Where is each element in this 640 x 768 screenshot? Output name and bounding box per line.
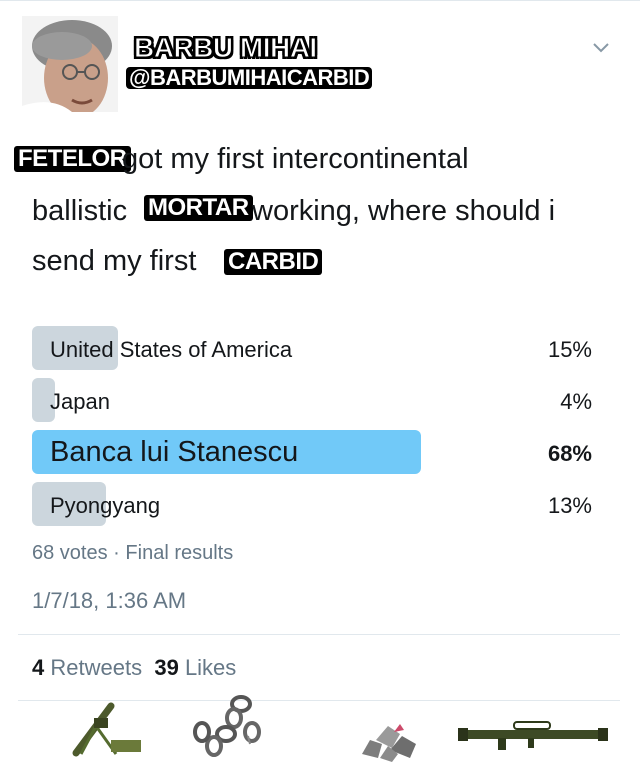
poll-option-percent: 15% <box>547 337 592 362</box>
poll-option-percent: 68% <box>547 441 592 466</box>
chain-icon[interactable] <box>186 692 276 766</box>
poll-option-percent: 13% <box>547 493 592 518</box>
tweet-text-line2-start: ballistic <box>32 195 128 227</box>
tweet-timestamp[interactable]: 1/7/18, 1:36 AM <box>32 588 186 614</box>
poll-separator: · <box>113 542 120 564</box>
overlay-label-carbid: CARBID <box>224 249 323 275</box>
avatar[interactable] <box>22 16 118 122</box>
tweet-text-line3: send my first <box>32 245 197 277</box>
overlay-label-fetelor: FETELOR <box>14 146 131 172</box>
poll-option-label: Pyongyang <box>50 493 161 518</box>
user-handle[interactable]: @BARBUMIHAICARBID <box>126 67 373 89</box>
engagement-stats: 4 Retweets 39 Likes <box>32 655 236 681</box>
like-label: Likes <box>184 655 237 680</box>
poll-option: United States of America 15% <box>32 326 592 370</box>
tweet-text-line1: got my first intercontinental <box>122 143 469 175</box>
poll-summary: 68 votes · Final results <box>32 542 233 565</box>
retweet-count: 4 <box>32 655 45 680</box>
likes-link[interactable]: 39 Likes <box>154 655 236 680</box>
mortar-icon[interactable] <box>56 698 146 758</box>
top-divider <box>0 0 640 1</box>
like-count: 39 <box>154 655 179 680</box>
poll-status: Final results <box>125 542 234 564</box>
chevron-down-icon[interactable] <box>592 42 610 54</box>
poll-option-label: Banca lui Stanescu <box>50 436 299 468</box>
carbide-rocks-icon[interactable] <box>358 714 422 762</box>
poll-votes: 68 votes <box>32 542 108 564</box>
overlay-label-mortar: MORTAR <box>144 195 253 221</box>
retweets-link[interactable]: 4 Retweets <box>32 655 142 680</box>
divider <box>18 634 620 635</box>
retweet-label: Retweets <box>50 655 143 680</box>
display-name[interactable]: BARBU MIHAI <box>130 33 321 63</box>
poll-option-winner: Banca lui Stanescu 68% <box>32 430 592 474</box>
bazooka-icon[interactable] <box>458 718 608 752</box>
poll-option: Japan 4% <box>32 378 592 422</box>
poll-option-label: Japan <box>50 389 110 414</box>
poll-option-percent: 4% <box>560 389 592 414</box>
tweet-text-line2-end: working, where should i <box>252 195 556 227</box>
poll-option-label: United States of America <box>50 337 293 362</box>
person-photo-icon <box>22 16 118 122</box>
poll-option: Pyongyang 13% <box>32 482 592 526</box>
